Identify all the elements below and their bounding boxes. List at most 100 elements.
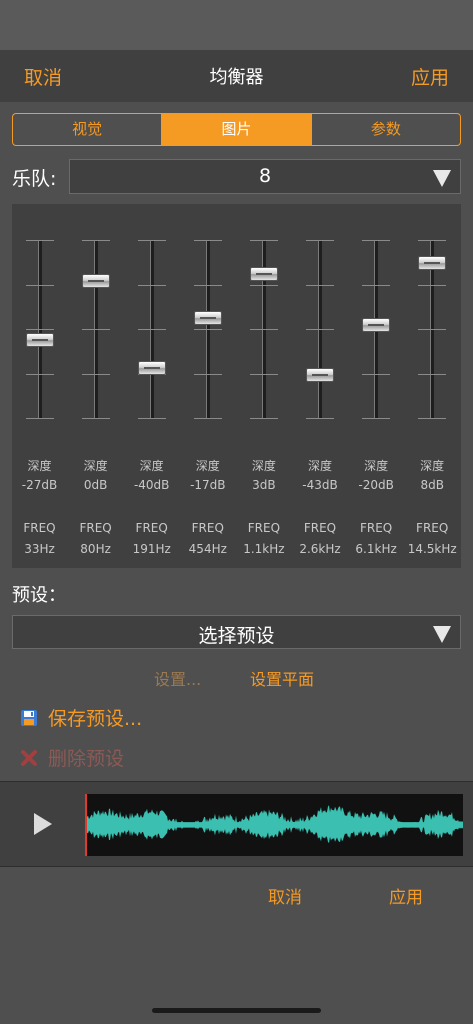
slider-thumb[interactable] — [25, 332, 54, 347]
slider-freq-label: FREQ — [247, 521, 281, 535]
slider-freq-label: FREQ — [191, 521, 224, 535]
dropdown-triangle-icon — [433, 626, 451, 643]
slider-tick — [81, 240, 110, 241]
slider-tick — [249, 329, 278, 330]
eq-slider-8[interactable]: 深度 8dB FREQ 14.5kHz — [405, 204, 459, 568]
dropdown-triangle-icon — [433, 170, 451, 187]
slider-tick — [249, 240, 278, 241]
slider-depth-label: 深度 — [420, 459, 445, 473]
slider-tick — [193, 284, 222, 286]
play-icon[interactable] — [34, 813, 52, 835]
slider-depth-label: 深度 — [83, 459, 108, 473]
slider-depth-label: 深度 — [307, 459, 332, 473]
band-count-label: 乐队: — [12, 168, 57, 190]
preset-select[interactable]: 选择预设 — [12, 615, 461, 649]
preset-select-value: 选择预设 — [198, 625, 275, 647]
slider-tick — [362, 240, 391, 241]
slider-thumb[interactable] — [193, 311, 222, 326]
slider-freq-value: 191Hz — [132, 542, 171, 556]
preset-settings-link[interactable]: 设置... — [154, 666, 201, 690]
slider-thumb[interactable] — [306, 368, 334, 383]
slider-tick — [418, 329, 447, 330]
slider-tick — [193, 373, 222, 375]
slider-thumb[interactable] — [249, 266, 278, 281]
slider-thumb[interactable] — [362, 318, 391, 333]
slider-tick — [193, 329, 222, 330]
tab-parametric[interactable]: 参数 — [310, 114, 460, 145]
slider-tick — [306, 418, 334, 419]
slider-tick — [193, 240, 222, 241]
slider-tick — [418, 373, 447, 375]
footer-cancel-button[interactable]: 取消 — [268, 883, 302, 908]
slider-tick — [25, 329, 54, 330]
slider-gain-value: -20dB — [358, 478, 394, 492]
waveform-display[interactable] — [85, 794, 463, 856]
waveform-shape — [87, 805, 463, 843]
slider-freq-value: 6.1kHz — [355, 542, 397, 556]
slider-freq-value: 14.5kHz — [407, 542, 457, 556]
slider-depth-label: 深度 — [364, 459, 389, 473]
floppy-disk-icon — [21, 709, 37, 726]
set-flat-link[interactable]: 设置平面 — [250, 666, 314, 690]
slider-tick — [81, 418, 110, 419]
slider-thumb[interactable] — [137, 361, 166, 376]
slider-freq-label: FREQ — [303, 521, 337, 535]
slider-tick — [418, 240, 447, 241]
delete-x-icon — [21, 749, 37, 766]
tab-visual[interactable]: 视觉 — [13, 114, 161, 145]
slider-depth-label: 深度 — [195, 459, 220, 473]
eq-slider-7[interactable]: 深度 -20dB FREQ 6.1kHz — [349, 204, 403, 568]
slider-tick — [362, 284, 391, 286]
slider-gain-value: -17dB — [190, 478, 226, 492]
slider-freq-value: 33Hz — [24, 542, 55, 556]
save-preset-button[interactable]: 保存预设... — [20, 704, 142, 731]
band-count-value: 8 — [258, 165, 272, 187]
eq-slider-1[interactable]: 深度 -27dB FREQ 33Hz — [13, 204, 67, 568]
slider-depth-label: 深度 — [139, 459, 164, 473]
slider-tick — [249, 373, 278, 375]
slider-tick — [81, 329, 110, 330]
apply-button[interactable]: 应用 — [411, 63, 449, 90]
slider-tick — [362, 418, 391, 419]
audio-preview-player — [0, 781, 473, 867]
nav-header: 取消 均衡器 应用 — [0, 50, 473, 102]
slider-tick — [137, 240, 166, 241]
tab-graphic[interactable]: 图片 — [161, 114, 311, 145]
band-count-select[interactable]: 8 — [69, 159, 461, 194]
status-area — [0, 0, 473, 50]
slider-thumb[interactable] — [418, 256, 447, 271]
eq-slider-panel: 深度 -27dB FREQ 33Hz 深度 0dB FREQ 80Hz 深度 -40dB FREQ 1… — [12, 204, 461, 568]
slider-freq-value: 80Hz — [80, 542, 111, 556]
slider-depth-label: 深度 — [27, 459, 52, 473]
slider-tick — [137, 284, 166, 286]
slider-freq-label: FREQ — [135, 521, 168, 535]
eq-slider-4[interactable]: 深度 -17dB FREQ 454Hz — [181, 204, 235, 568]
eq-slider-2[interactable]: 深度 0dB FREQ 80Hz — [69, 204, 123, 568]
eq-slider-3[interactable]: 深度 -40dB FREQ 191Hz — [125, 204, 179, 568]
delete-preset-label: 删除预设 — [48, 748, 125, 770]
slider-gain-value: -43dB — [302, 478, 338, 492]
eq-slider-5[interactable]: 深度 3dB FREQ 1.1kHz — [237, 204, 291, 568]
slider-freq-label: FREQ — [416, 521, 449, 535]
slider-tick — [306, 240, 334, 241]
slider-gain-value: 3dB — [252, 478, 276, 492]
slider-tick — [25, 418, 54, 419]
slider-freq-value: 1.1kHz — [243, 542, 285, 556]
mode-segmented-control: 视觉 图片 参数 — [12, 113, 461, 146]
slider-tick — [25, 373, 54, 375]
slider-tick — [418, 284, 447, 286]
slider-thumb[interactable] — [81, 273, 110, 288]
slider-tick — [193, 418, 222, 419]
slider-tick — [25, 284, 54, 286]
delete-preset-button[interactable]: 删除预设 — [20, 744, 124, 771]
slider-freq-label: FREQ — [359, 521, 393, 535]
footer-apply-button[interactable]: 应用 — [389, 883, 423, 908]
slider-tick — [81, 373, 110, 375]
slider-tick — [137, 329, 166, 330]
slider-gain-value: 0dB — [83, 478, 108, 492]
slider-tick — [306, 329, 334, 330]
page-title: 均衡器 — [209, 67, 264, 88]
eq-slider-6[interactable]: 深度 -43dB FREQ 2.6kHz — [293, 204, 347, 568]
slider-tick — [137, 418, 166, 419]
slider-tick — [418, 418, 447, 419]
